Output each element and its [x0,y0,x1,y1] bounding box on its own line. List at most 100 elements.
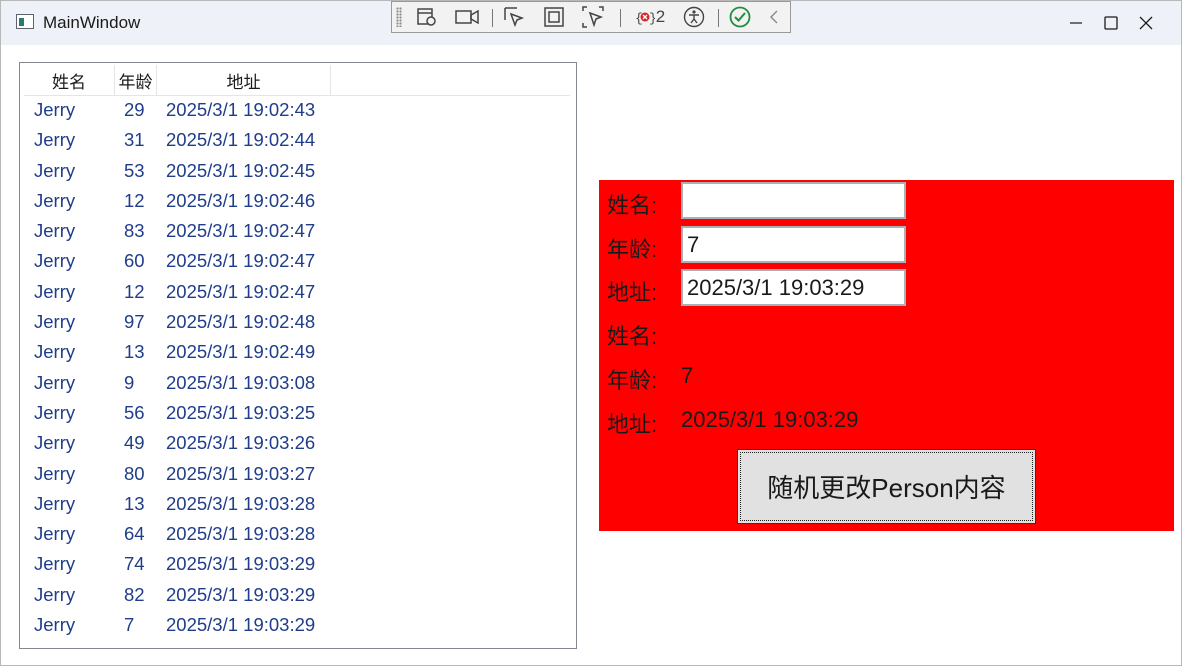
list-item[interactable]: Jerry 12 2025/3/1 19:02:46 [24,186,570,216]
list-item-name: Jerry [34,159,76,181]
list-item[interactable]: Jerry 64 2025/3/1 19:03:28 [24,519,570,549]
list-item-age: 64 [124,523,145,545]
list-item-address: 2025/3/1 19:03:27 [166,462,316,484]
list-item[interactable]: Jerry 29 2025/3/1 19:02:43 [24,95,570,125]
age-input[interactable] [681,226,906,263]
toolbar-separator [492,9,493,27]
address-label: 地址: [607,280,658,305]
name-input[interactable] [681,182,906,219]
column-header-name[interactable]: 姓名 [24,65,115,95]
list-item-address: 2025/3/1 19:02:46 [166,189,316,211]
list-item-age: 12 [124,189,145,211]
list-item-name: Jerry [34,220,76,242]
maximize-button[interactable] [1041,1,1118,45]
list-item[interactable]: Jerry 49 2025/3/1 19:03:26 [24,428,570,458]
list-item-age: 74 [124,553,145,575]
list-item-name: Jerry [34,371,76,393]
list-item-name: Jerry [34,523,76,545]
display-age-value: 7 [681,363,694,388]
person-list-view[interactable]: 姓名 年龄 地址 Jerry 29 2025/3/1 19:02:43 Jerry 31… [19,62,577,649]
list-header: 姓名 年龄 地址 [24,65,570,96]
list-item-age: 56 [124,401,145,423]
list-item[interactable]: Jerry 13 2025/3/1 19:03:28 [24,489,570,519]
xaml-debug-toolbar: {} 2 [391,1,791,33]
list-item-name: Jerry [34,189,76,211]
list-item-age: 13 [124,492,145,514]
list-item[interactable]: Jerry 97 2025/3/1 19:02:48 [24,307,570,337]
list-item[interactable]: Jerry 82 2025/3/1 19:03:29 [24,580,570,610]
list-item-age: 97 [124,311,145,333]
list-item-age: 49 [124,432,145,454]
list-item[interactable]: Jerry 9 2025/3/1 19:03:08 [24,368,570,398]
list-item-name: Jerry [34,129,76,151]
list-item-address: 2025/3/1 19:03:28 [166,492,316,514]
window-title: MainWindow [43,13,141,32]
list-item[interactable]: Jerry 7 2025/3/1 19:03:29 [24,610,570,640]
list-item-address: 2025/3/1 19:02:47 [166,250,316,272]
camera-icon [455,9,479,25]
address-input[interactable] [681,269,906,306]
list-item[interactable]: Jerry 74 2025/3/1 19:03:29 [24,549,570,579]
column-header-address[interactable]: 地址 [157,65,331,95]
list-item-name: Jerry [34,492,76,514]
binding-failures-button[interactable]: {} 2 [630,5,670,29]
list-item-name: Jerry [34,311,76,333]
track-focused-element-button[interactable] [578,5,608,29]
list-item[interactable]: Jerry 80 2025/3/1 19:03:27 [24,459,570,489]
toolbar-grip-handle[interactable] [396,7,402,27]
list-item[interactable]: Jerry 53 2025/3/1 19:02:45 [24,156,570,186]
hot-reload-status-button[interactable] [726,5,754,29]
list-item-address: 2025/3/1 19:02:45 [166,159,316,181]
list-item-address: 2025/3/1 19:02:43 [166,99,316,120]
list-item-name: Jerry [34,614,76,636]
list-item-address: 2025/3/1 19:03:29 [166,553,316,575]
list-item-age: 9 [124,371,135,393]
list-item-age: 82 [124,583,145,605]
select-element-icon [504,7,525,28]
list-item-address: 2025/3/1 19:03:29 [166,614,316,636]
list-item-address: 2025/3/1 19:03:29 [166,583,316,605]
display-name-label: 姓名: [607,324,658,349]
list-item[interactable]: Jerry 60 2025/3/1 19:02:47 [24,246,570,276]
record-button[interactable] [452,5,482,29]
randomize-person-button[interactable]: 随机更改Person内容 [737,449,1036,524]
list-item-age: 83 [124,220,145,242]
list-item[interactable]: Jerry 83 2025/3/1 19:02:47 [24,216,570,246]
list-item-age: 53 [124,159,145,181]
column-header-age[interactable]: 年龄 [115,65,157,95]
live-visual-tree-icon [417,8,436,26]
list-item[interactable]: Jerry 56 2025/3/1 19:03:25 [24,398,570,428]
list-item-age: 29 [124,99,145,120]
list-item-name: Jerry [34,250,76,272]
list-item-name: Jerry [34,280,76,302]
main-window: MainWindow {2 姓名 年龄 地址 Jerry 29 2025/3/… [0,0,1182,666]
list-item[interactable]: Jerry 12 2025/3/1 19:02:47 [24,277,570,307]
list-item-name: Jerry [34,432,76,454]
list-item-address: 2025/3/1 19:03:28 [166,523,316,545]
display-layout-adorners-button[interactable] [540,5,568,29]
toolbar-separator [718,9,719,27]
check-circle-icon [729,6,751,28]
list-item-address: 2025/3/1 19:02:49 [166,341,316,363]
list-item-name: Jerry [34,99,76,120]
focus-rectangle [740,452,1033,521]
layout-adorner-icon [544,7,564,27]
age-label: 年龄: [607,237,658,262]
collapse-toolbar-button[interactable] [764,5,784,29]
list-item[interactable]: Jerry 31 2025/3/1 19:02:44 [24,125,570,155]
app-window-icon [16,14,34,29]
svg-text:}: } [649,11,655,26]
accessibility-icon [683,6,705,28]
list-item[interactable]: Jerry 13 2025/3/1 19:02:49 [24,337,570,367]
select-element-button[interactable] [500,5,528,29]
display-address-value: 2025/3/1 19:03:29 [681,407,859,432]
list-item-address: 2025/3/1 19:02:48 [166,311,316,333]
list-item-age: 13 [124,341,145,363]
list-item-age: 7 [124,614,135,636]
list-item-name: Jerry [34,553,76,575]
live-visual-tree-button[interactable] [414,5,440,29]
close-button[interactable] [1111,1,1181,45]
list-item-name: Jerry [34,341,76,363]
name-label: 姓名: [607,193,658,218]
accessibility-checker-button[interactable] [680,5,708,29]
